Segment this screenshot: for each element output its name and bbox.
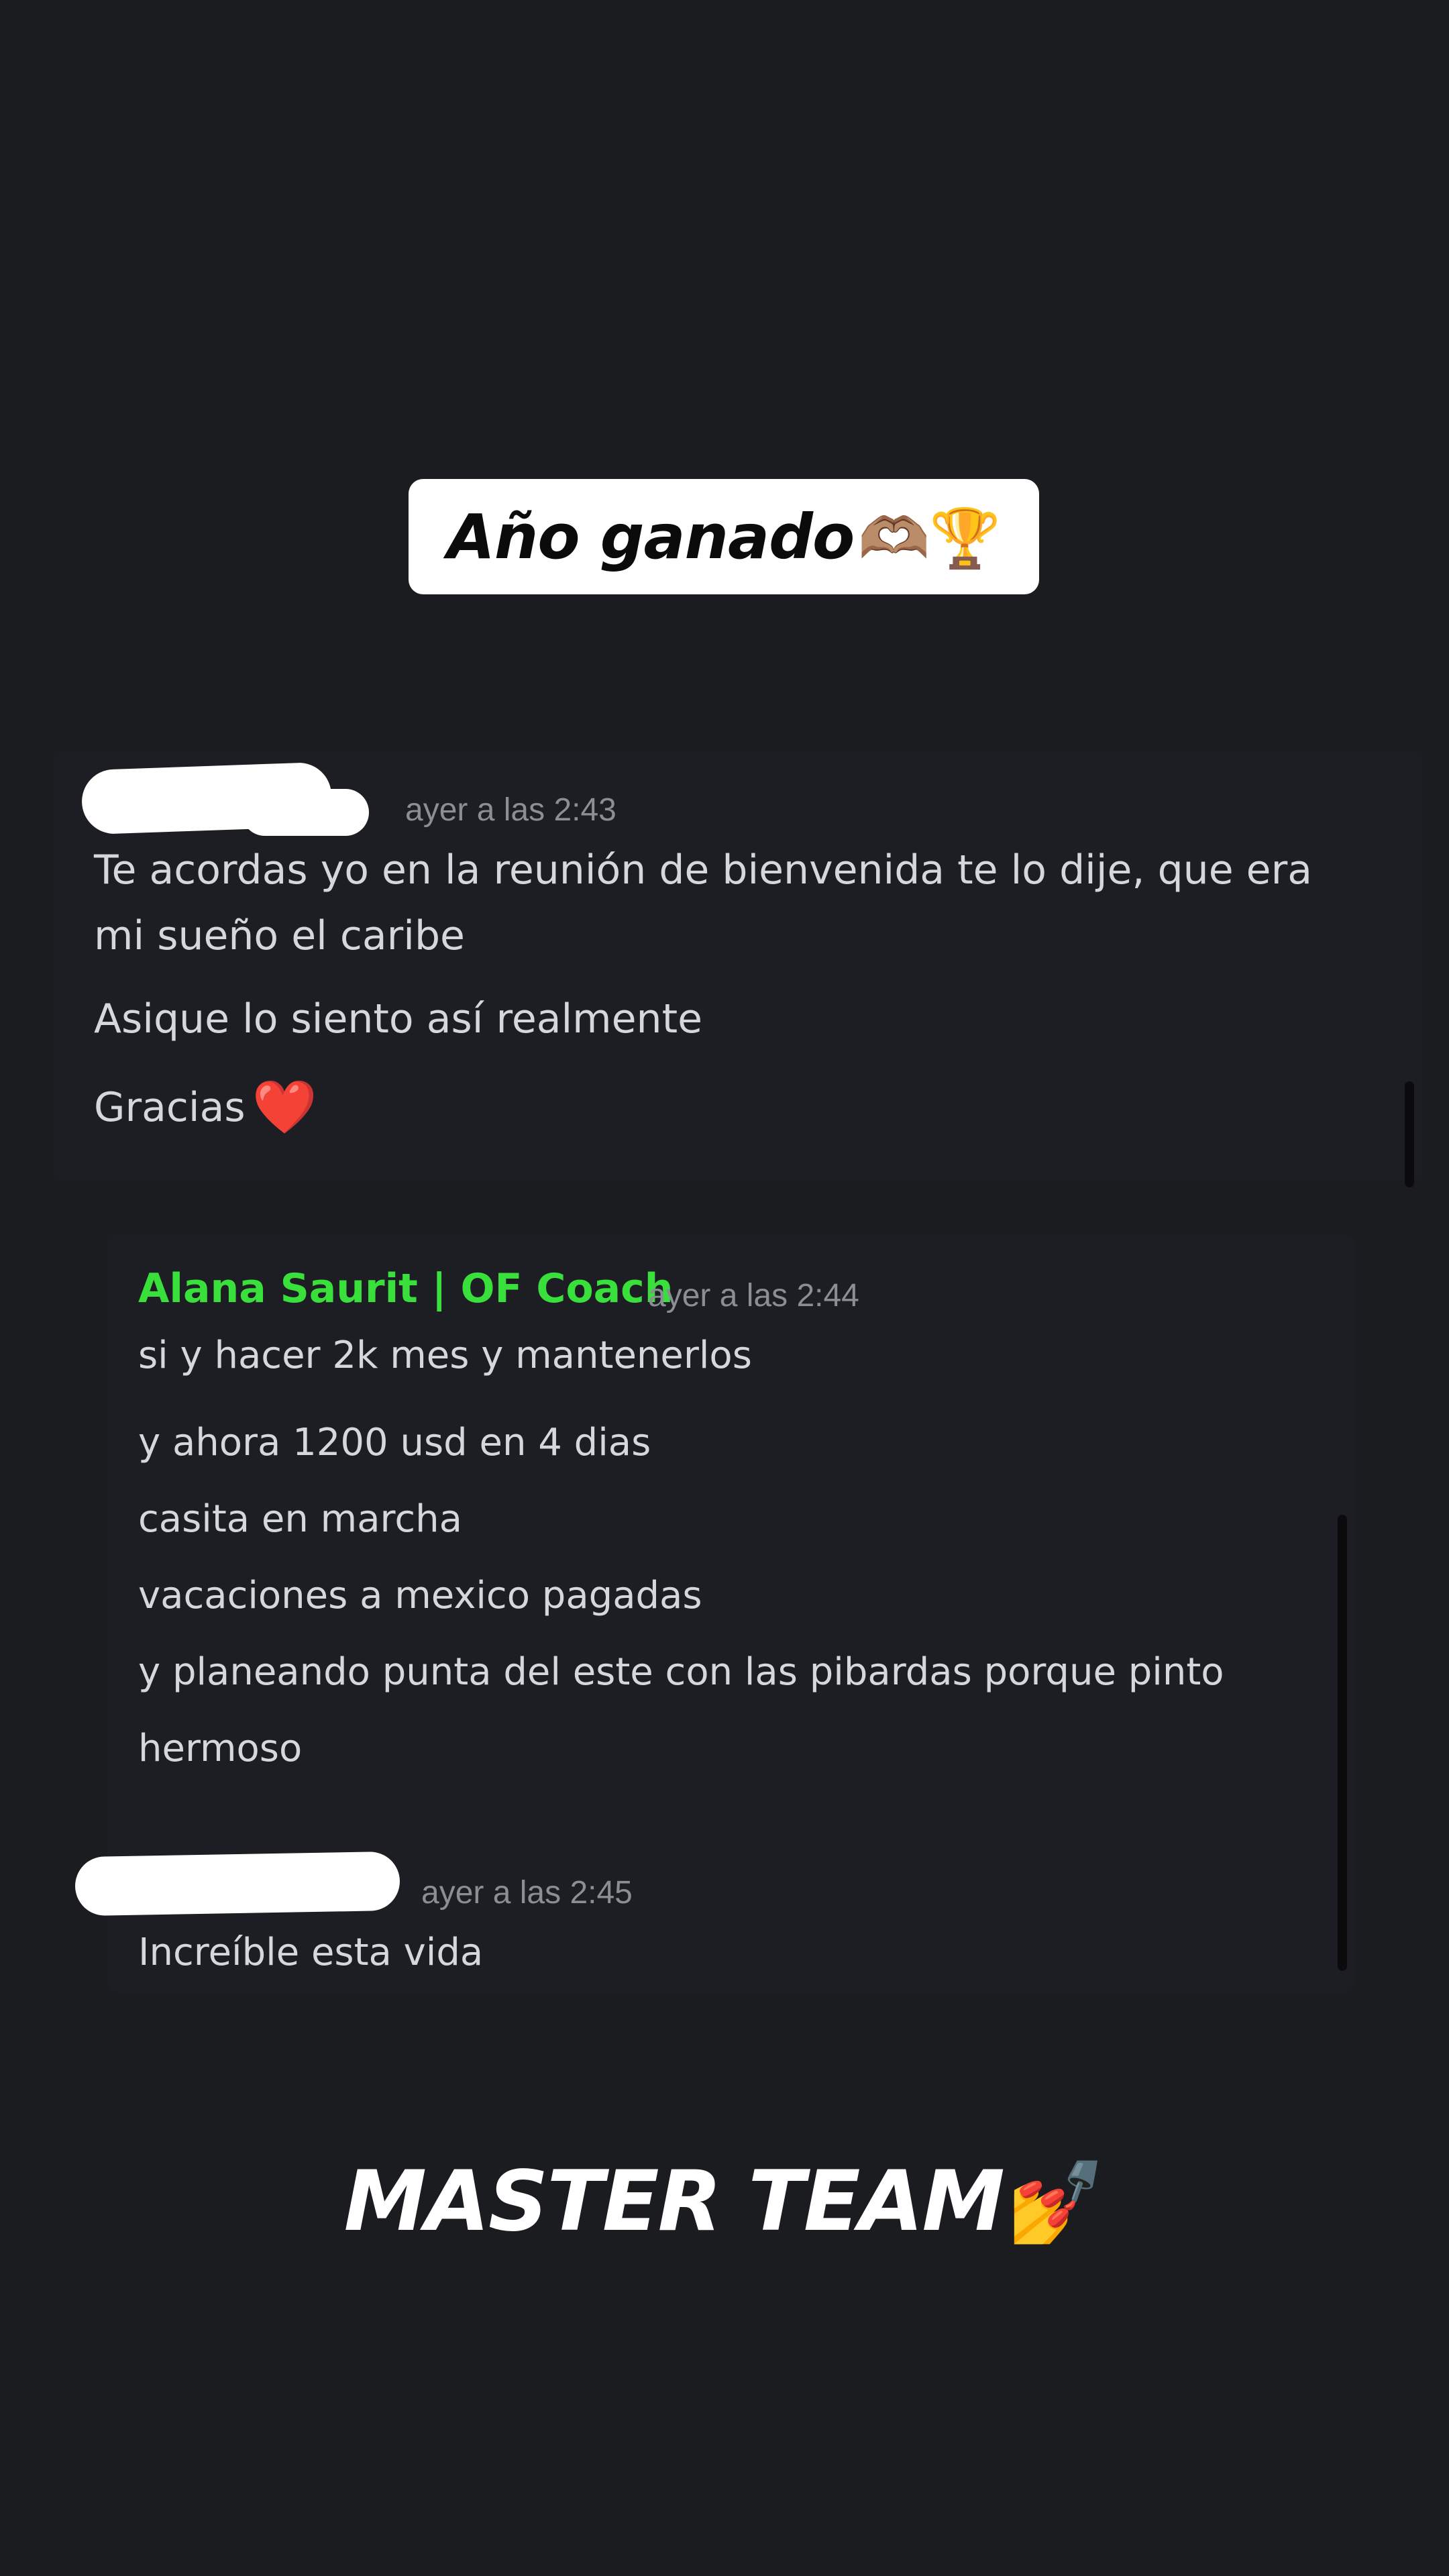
message-line: y ahora 1200 usd en 4 dias <box>138 1421 651 1464</box>
message-timestamp: ayer a las 2:44 <box>648 1278 859 1313</box>
message-line: vacaciones a mexico pagadas <box>138 1574 702 1617</box>
message-author[interactable]: Alana Saurit | OF Coach <box>138 1265 673 1312</box>
footer-text: MASTER TEAM <box>343 2153 1005 2250</box>
scrollbar[interactable] <box>1405 1081 1414 1187</box>
message-line: casita en marcha <box>138 1497 462 1541</box>
message-line: mi sueño el caribe <box>94 912 465 959</box>
message-line: Asique lo siento así realmente <box>94 996 703 1042</box>
message-timestamp: ayer a las 2:45 <box>421 1875 633 1911</box>
scrollbar[interactable] <box>1338 1515 1347 1971</box>
message-timestamp: ayer a las 2:43 <box>405 792 616 828</box>
footer-caption: MASTER TEAM💅 <box>0 2153 1449 2250</box>
title-sticker: Año ganado🫶🏽🏆 <box>409 479 1039 594</box>
message-line: si y hacer 2k mes y mantenerlos <box>138 1334 752 1377</box>
title-sticker-text: Año ganado🫶🏽🏆 <box>447 500 1002 573</box>
message-line: y planeando punta del este con las pibar… <box>138 1650 1224 1694</box>
red-heart-icon: ❤️ <box>252 1077 317 1138</box>
message-line: hermoso <box>138 1727 303 1770</box>
message-line: Gracias ❤️ <box>94 1077 317 1138</box>
story-canvas: Año ganado🫶🏽🏆 ayer a las 2:43 Te acordas… <box>0 0 1449 2576</box>
redacted-username-patch <box>241 789 369 836</box>
message-line: Te acordas yo en la reunión de bienvenid… <box>94 847 1313 894</box>
nail-polish-icon: 💅 <box>1006 2156 1106 2249</box>
redacted-username <box>74 1851 400 1917</box>
heart-hands-trophy-icon: 🫶🏽🏆 <box>858 504 1001 572</box>
message-line: Increíble esta vida <box>138 1931 484 1974</box>
message-line-text: Gracias <box>94 1084 246 1131</box>
title-text: Año ganado <box>447 500 855 573</box>
